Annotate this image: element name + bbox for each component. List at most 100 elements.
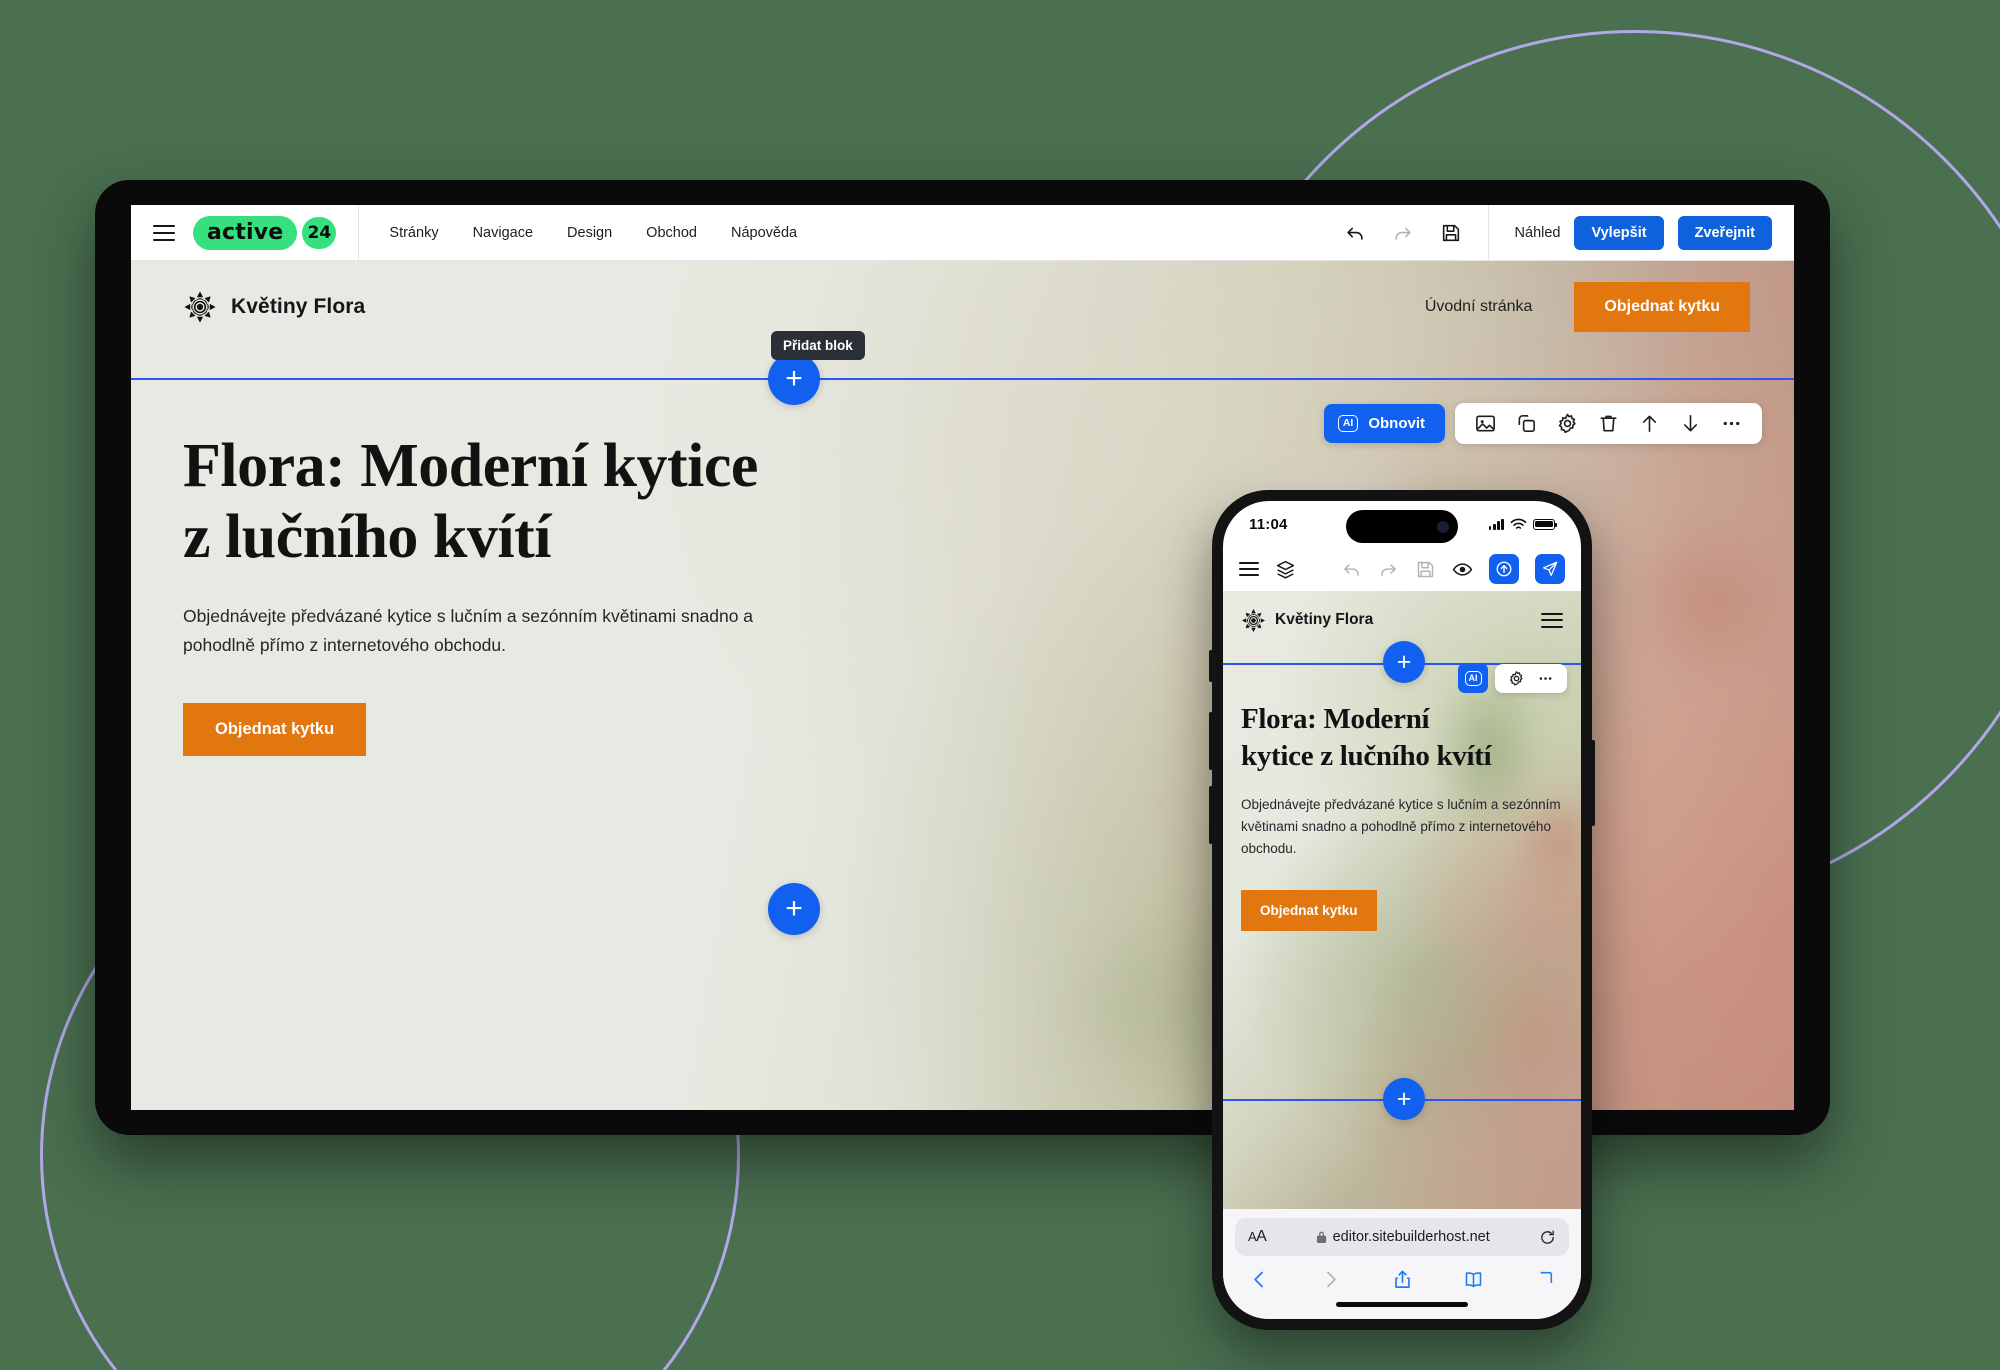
phone-tool-group	[1495, 663, 1567, 693]
editor-actions-area: Náhled Vylepšit Zveřejnit	[1344, 205, 1794, 260]
save-icon[interactable]	[1415, 559, 1436, 580]
menu-obchod[interactable]: Obchod	[646, 225, 697, 241]
publish-up-icon	[1496, 561, 1512, 577]
add-block-button-top[interactable]: +	[768, 353, 820, 405]
share-icon[interactable]	[1392, 1269, 1413, 1290]
hamburger-icon[interactable]	[1239, 562, 1259, 576]
undo-icon[interactable]	[1341, 559, 1362, 580]
phone-hero-heading-line2: kytice z lučního kvítí	[1241, 739, 1492, 772]
add-block-button-bottom[interactable]: +	[768, 883, 820, 935]
wifi-icon	[1510, 518, 1527, 529]
site-nav-link-home[interactable]: Úvodní stránka	[1425, 298, 1533, 316]
phone-order-button[interactable]: Objednat kytku	[1241, 889, 1377, 931]
layers-icon[interactable]	[1275, 559, 1296, 580]
active24-logo[interactable]: active 24	[193, 215, 337, 250]
phone-screen: 11:04 Květiny Flora + AI Flora: Moderní …	[1223, 501, 1581, 1319]
improve-button[interactable]: Vylepšit	[1574, 215, 1664, 250]
text-size-button[interactable]: AA	[1248, 1228, 1267, 1246]
browser-nav-bar	[1235, 1256, 1569, 1292]
site-brand[interactable]: Květiny Flora	[183, 290, 365, 324]
flower-logo-icon	[184, 291, 216, 323]
undo-icon[interactable]	[1344, 222, 1366, 244]
url-text: editor.sitebuilderhost.net	[1332, 1229, 1490, 1245]
back-icon[interactable]	[1249, 1269, 1270, 1290]
editor-toolbar: active 24 Stránky Navigace Design Obchod…	[131, 205, 1794, 261]
save-icon[interactable]	[1440, 222, 1462, 244]
block-insert-line-top	[131, 378, 1794, 380]
hero-content: Flora: Moderní kytice z lučního kvítí Ob…	[131, 353, 891, 757]
editor-history-icons	[1344, 205, 1489, 260]
hero-heading-line1: Flora: Moderní kytice	[183, 432, 758, 500]
home-indicator	[1336, 1302, 1468, 1307]
phone-power-button	[1591, 740, 1595, 826]
menu-navigace[interactable]: Navigace	[473, 225, 533, 241]
send-rocket-icon	[1542, 561, 1558, 577]
add-block-tooltip: Přidat blok	[771, 331, 865, 360]
tabs-icon[interactable]	[1534, 1269, 1555, 1290]
phone-editor-toolbar	[1223, 547, 1581, 591]
trash-icon[interactable]	[1597, 412, 1620, 435]
hero-heading: Flora: Moderní kytice z lučního kvítí	[183, 431, 891, 572]
phone-ai-button[interactable]: AI	[1458, 663, 1488, 693]
preview-link[interactable]: Náhled	[1515, 225, 1561, 241]
gear-icon[interactable]	[1508, 670, 1525, 687]
phone-status-icons	[1488, 518, 1558, 531]
block-tool-group	[1455, 403, 1762, 444]
logo-badge-24: 24	[302, 216, 337, 249]
hero-order-button[interactable]: Objednat kytku	[183, 703, 367, 757]
site-header: Květiny Flora Úvodní stránka Objednat ky…	[131, 261, 1794, 353]
more-icon[interactable]	[1537, 670, 1554, 687]
phone-volume-down	[1209, 786, 1213, 844]
gear-icon[interactable]	[1556, 412, 1579, 435]
menu-stranky[interactable]: Stránky	[389, 225, 438, 241]
phone-mute-switch	[1209, 650, 1213, 682]
ai-badge: AI	[1464, 670, 1482, 686]
phone-site-canvas: Květiny Flora + AI Flora: Moderní kytice…	[1223, 591, 1581, 1211]
ai-refresh-button[interactable]: AI Obnovit	[1323, 404, 1445, 443]
site-brand-name: Květiny Flora	[231, 295, 366, 318]
publish-up-button[interactable]	[1489, 554, 1519, 584]
logo-wordmark: active	[193, 215, 298, 250]
site-nav-order-button[interactable]: Objednat kytku	[1574, 282, 1750, 332]
menu-design[interactable]: Design	[567, 225, 612, 241]
bookmarks-icon[interactable]	[1463, 1269, 1484, 1290]
phone-volume-up	[1209, 712, 1213, 770]
phone-hero-cta-wrap: Objednat kytku	[1241, 889, 1563, 931]
send-button[interactable]	[1535, 554, 1565, 584]
phone-browser-bar: AA editor.sitebuilderhost.net	[1223, 1209, 1581, 1319]
menu-napoveda[interactable]: Nápověda	[731, 225, 797, 241]
move-down-icon[interactable]	[1679, 412, 1702, 435]
battery-icon	[1533, 518, 1558, 530]
phone-device: 11:04 Květiny Flora + AI Flora: Moderní …	[1209, 490, 1595, 1330]
publish-button[interactable]: Zveřejnit	[1677, 215, 1772, 250]
image-icon[interactable]	[1474, 412, 1497, 435]
phone-hero-heading: Flora: Moderní kytice z lučního kvítí	[1241, 701, 1563, 774]
flower-logo-icon	[1242, 608, 1265, 632]
phone-add-block-button-top[interactable]: +	[1383, 641, 1425, 683]
redo-icon[interactable]	[1392, 222, 1414, 244]
hero-heading-line2: z lučního kvítí	[183, 502, 552, 571]
move-up-icon[interactable]	[1638, 412, 1661, 435]
editor-primary-actions: Náhled Vylepšit Zveřejnit	[1489, 215, 1794, 250]
block-toolbar: AI Obnovit	[1323, 403, 1762, 444]
phone-clock: 11:04	[1249, 515, 1288, 533]
ai-badge: AI	[1337, 415, 1359, 432]
redo-icon[interactable]	[1378, 559, 1399, 580]
site-nav-right: Úvodní stránka Objednat kytku	[1425, 282, 1750, 332]
hero-paragraph: Objednávejte předvázané kytice s lučním …	[183, 606, 754, 655]
url-bar[interactable]: AA editor.sitebuilderhost.net	[1235, 1218, 1569, 1256]
phone-block-toolbar: AI	[1458, 663, 1567, 693]
more-icon[interactable]	[1720, 412, 1743, 435]
phone-site-menu-icon[interactable]	[1541, 612, 1563, 628]
phone-add-block-button-bottom[interactable]: +	[1383, 1078, 1425, 1120]
duplicate-icon[interactable]	[1515, 412, 1538, 435]
hamburger-icon[interactable]	[153, 224, 175, 241]
eye-icon[interactable]	[1452, 559, 1473, 580]
dynamic-island	[1346, 510, 1458, 543]
phone-status-bar: 11:04	[1223, 501, 1581, 547]
forward-icon[interactable]	[1320, 1269, 1341, 1290]
reload-icon[interactable]	[1539, 1229, 1556, 1246]
editor-brand-area: active 24	[131, 205, 360, 260]
phone-site-brand[interactable]: Květiny Flora	[1241, 608, 1373, 633]
phone-hero-paragraph: Objednávejte předvázané kytice s lučním …	[1241, 797, 1561, 856]
